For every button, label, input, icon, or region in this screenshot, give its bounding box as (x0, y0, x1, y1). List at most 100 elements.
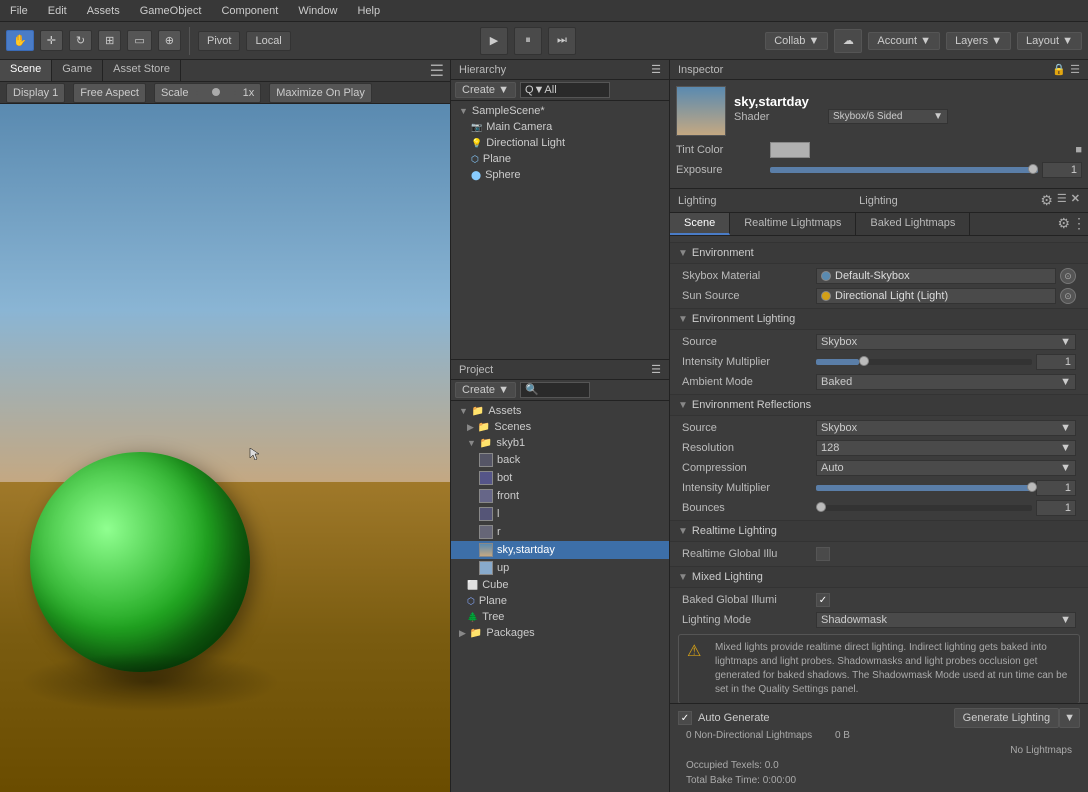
exposure-slider[interactable] (770, 167, 1038, 173)
play-button[interactable]: ▶ (480, 27, 508, 55)
tab-asset-store[interactable]: Asset Store (103, 60, 181, 81)
menu-edit[interactable]: Edit (42, 3, 73, 19)
proj-sky-startday[interactable]: sky,startday (451, 541, 669, 559)
lighting-more-icon[interactable]: ⋮ (1072, 215, 1086, 233)
tab-scene[interactable]: Scene (0, 60, 52, 81)
lighting-close-icon[interactable]: ✕ (1071, 192, 1080, 209)
tool-move[interactable]: ✛ (40, 30, 63, 51)
bounces-value[interactable]: 1 (1036, 500, 1076, 516)
tool-rotate[interactable]: ↻ (69, 30, 92, 51)
proj-bot[interactable]: bot (451, 469, 669, 487)
proj-r[interactable]: r (451, 523, 669, 541)
proj-front[interactable]: front (451, 487, 669, 505)
realtime-lighting-section[interactable]: ▼ Realtime Lighting (670, 520, 1088, 542)
resolution-select[interactable]: 128 ▼ (816, 440, 1076, 456)
hierarchy-main-camera[interactable]: 📷 Main Camera (451, 119, 669, 135)
project-menu-icon[interactable]: ☰ (651, 363, 661, 376)
refl-intensity-thumb[interactable] (1027, 482, 1037, 492)
intensity-thumb[interactable] (859, 356, 869, 366)
generate-lighting-btn[interactable]: Generate Lighting (954, 708, 1059, 728)
hierarchy-create-btn[interactable]: Create ▼ (455, 82, 516, 98)
env-lighting-section[interactable]: ▼ Environment Lighting (670, 308, 1088, 330)
hierarchy-scene[interactable]: ▼ SampleScene* (451, 103, 669, 119)
menu-assets[interactable]: Assets (81, 3, 126, 19)
gen-dropdown-btn[interactable]: ▼ (1059, 708, 1080, 728)
pause-button[interactable]: ⏸ (514, 27, 542, 55)
project-search[interactable] (520, 382, 590, 398)
hierarchy-search[interactable] (520, 82, 610, 98)
proj-back[interactable]: back (451, 451, 669, 469)
intensity-value[interactable]: 1 (1036, 354, 1076, 370)
refl-intensity-slider[interactable] (816, 485, 1032, 491)
sun-source-asset[interactable]: Directional Light (Light) (816, 288, 1056, 304)
maximize-btn[interactable]: Maximize On Play (269, 83, 372, 103)
intensity-slider[interactable] (816, 359, 1032, 365)
lighting-settings-icon[interactable]: ⚙ (1040, 192, 1053, 209)
inspector-lock-icon[interactable]: 🔒 (1052, 63, 1066, 76)
tab-game[interactable]: Game (52, 60, 103, 81)
menu-help[interactable]: Help (351, 3, 386, 19)
lighting-refresh-icon[interactable]: ⚙ (1057, 215, 1070, 233)
layout-button[interactable]: Layout ▼ (1017, 32, 1082, 50)
exposure-thumb[interactable] (1028, 164, 1038, 174)
scene-view[interactable] (0, 104, 450, 792)
tool-transform[interactable]: ⊕ (158, 30, 181, 51)
bounces-slider[interactable] (816, 505, 1032, 511)
menu-window[interactable]: Window (292, 3, 343, 19)
tab-scene[interactable]: Scene (670, 213, 730, 235)
layers-button[interactable]: Layers ▼ (946, 32, 1011, 50)
tab-realtime-lightmaps[interactable]: Realtime Lightmaps (730, 213, 856, 235)
compression-select[interactable]: Auto ▼ (816, 460, 1076, 476)
lighting-mode-select[interactable]: Shadowmask ▼ (816, 612, 1076, 628)
auto-gen-checkbox[interactable] (678, 711, 692, 725)
project-create-btn[interactable]: Create ▼ (455, 382, 516, 398)
ambient-select[interactable]: Baked ▼ (816, 374, 1076, 390)
collab-button[interactable]: Collab ▼ (765, 32, 828, 50)
step-button[interactable]: ⏭ (548, 27, 576, 55)
hierarchy-menu-icon[interactable]: ☰ (651, 63, 661, 76)
proj-assets[interactable]: ▼ 📁 Assets (451, 403, 669, 419)
refl-source-select[interactable]: Skybox ▼ (816, 420, 1076, 436)
skybox-circle-btn[interactable]: ⊙ (1060, 268, 1076, 284)
tool-scale[interactable]: ⊞ (98, 30, 121, 51)
display-dropdown[interactable]: Display 1 (6, 83, 65, 103)
tool-hand[interactable]: ✋ (6, 30, 34, 51)
env-reflections-section[interactable]: ▼ Environment Reflections (670, 394, 1088, 416)
hierarchy-sphere[interactable]: ⬤ Sphere (451, 167, 669, 183)
cloud-button[interactable]: ☁ (834, 29, 862, 53)
proj-packages[interactable]: ▶ 📁 Packages (451, 625, 669, 641)
exposure-value[interactable]: 1 (1042, 162, 1082, 178)
hierarchy-dir-light[interactable]: 💡 Directional Light (451, 135, 669, 151)
tool-rect[interactable]: ▭ (127, 30, 151, 51)
hierarchy-plane[interactable]: ⬡ Plane (451, 151, 669, 167)
skybox-material-asset[interactable]: Default-Skybox (816, 268, 1056, 284)
environment-section[interactable]: ▼ Environment (670, 242, 1088, 264)
proj-skyb1[interactable]: ▼ 📁 skyb1 (451, 435, 669, 451)
bounces-thumb[interactable] (816, 502, 826, 512)
tab-baked-lightmaps[interactable]: Baked Lightmaps (856, 213, 970, 235)
account-button[interactable]: Account ▼ (868, 32, 940, 50)
refl-intensity-value[interactable]: 1 (1036, 480, 1076, 496)
baked-gi-checkbox[interactable] (816, 593, 830, 607)
inspector-menu-icon[interactable]: ☰ (1070, 63, 1080, 76)
proj-plane[interactable]: ⬡ Plane (451, 593, 669, 609)
shader-select[interactable]: Skybox/6 Sided ▼ (828, 109, 948, 124)
menu-file[interactable]: File (4, 3, 34, 19)
local-button[interactable]: Local (246, 31, 290, 51)
scene-panel-menu[interactable]: ☰ (181, 60, 450, 81)
tint-swatch[interactable] (770, 142, 810, 158)
proj-cube[interactable]: ⬜ Cube (451, 577, 669, 593)
scale-thumb[interactable] (212, 88, 220, 96)
realtime-gi-checkbox[interactable] (816, 547, 830, 561)
menu-gameobject[interactable]: GameObject (134, 3, 208, 19)
aspect-dropdown[interactable]: Free Aspect (73, 83, 146, 103)
lighting-menu-icon[interactable]: ☰ (1057, 192, 1067, 209)
sun-circle-btn[interactable]: ⊙ (1060, 288, 1076, 304)
proj-l[interactable]: l (451, 505, 669, 523)
pivot-button[interactable]: Pivot (198, 31, 240, 51)
menu-component[interactable]: Component (215, 3, 284, 19)
proj-scenes[interactable]: ▶ 📁 Scenes (451, 419, 669, 435)
mixed-lighting-section[interactable]: ▼ Mixed Lighting (670, 566, 1088, 588)
source-select[interactable]: Skybox ▼ (816, 334, 1076, 350)
proj-up[interactable]: up (451, 559, 669, 577)
